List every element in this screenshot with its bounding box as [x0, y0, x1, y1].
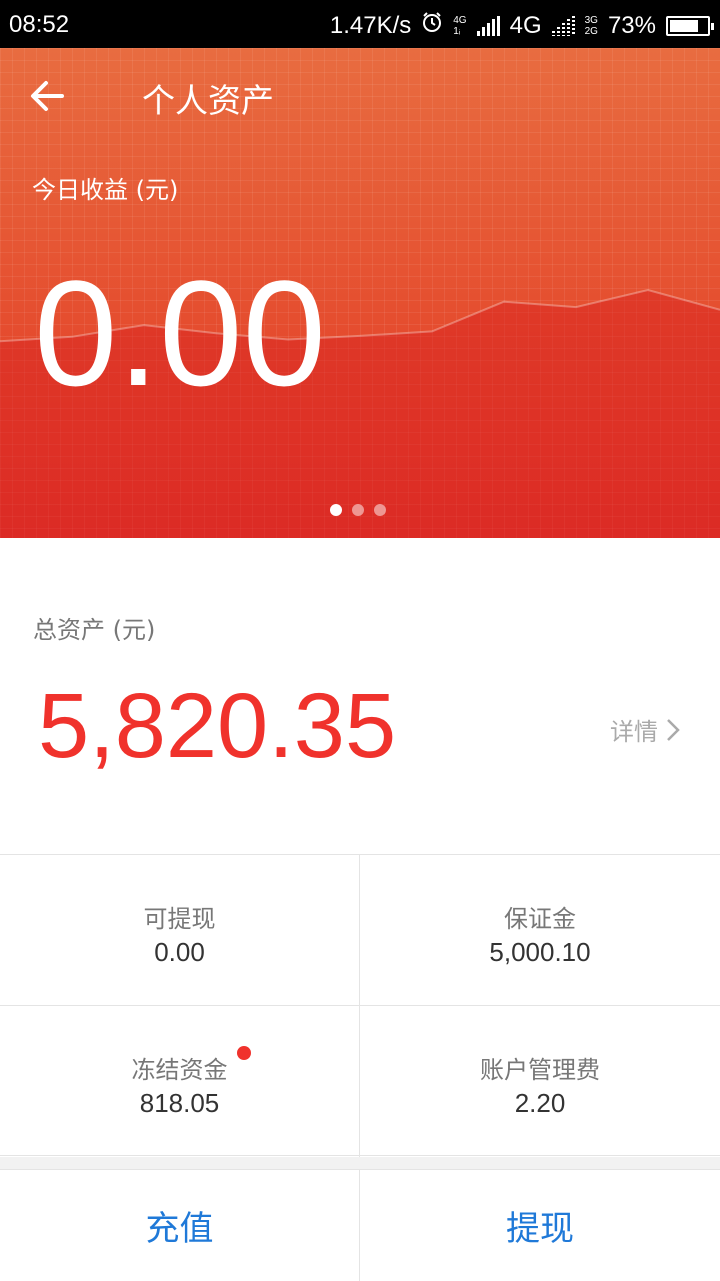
- sim1-type: 4G 1ᵢ: [453, 14, 467, 37]
- today-earnings-label: 今日收益 (元): [32, 176, 179, 204]
- battery-percent: 73%: [607, 11, 656, 39]
- total-assets-label: 总资产 (元): [33, 616, 156, 644]
- signal-icon: [476, 15, 500, 36]
- status-time: 08:52: [9, 11, 70, 38]
- deposit-cell[interactable]: 保证金 5,000.10: [360, 855, 720, 1006]
- banner-page-indicator: [330, 504, 386, 516]
- page-dot-2[interactable]: [352, 504, 364, 516]
- withdraw-button[interactable]: 提现: [360, 1170, 720, 1281]
- arrow-left-icon: [31, 81, 64, 111]
- management-fee-cell[interactable]: 账户管理费 2.20: [360, 1006, 720, 1157]
- management-fee-label: 账户管理费: [480, 1056, 600, 1084]
- page-title: 个人资产: [142, 81, 274, 120]
- frozen-funds-value: 818.05: [139, 1088, 220, 1118]
- today-earnings-value: 0.00: [34, 249, 326, 417]
- deposit-label: 保证金: [504, 905, 576, 933]
- frozen-funds-cell[interactable]: 冻结资金 818.05: [0, 1006, 360, 1157]
- network-speed: 1.47K/s: [329, 11, 412, 39]
- alarm-icon: [421, 11, 443, 40]
- withdrawable-label: 可提现: [143, 905, 216, 933]
- earnings-banner[interactable]: 个人资产 今日收益 (元) 0.00: [0, 48, 720, 538]
- balance-grid: 可提现 0.00 保证金 5,000.10 冻结资金 818.05 账户管理费 …: [0, 854, 720, 1157]
- sim2-type: 3G 2G: [584, 14, 598, 37]
- page-dot-1[interactable]: [330, 504, 342, 516]
- status-bar: 08:52 1.47K/s 4G 1ᵢ 4G 3G 2G 73%: [0, 0, 720, 48]
- recharge-button[interactable]: 充值: [0, 1170, 360, 1281]
- status-indicators: 1.47K/s 4G 1ᵢ 4G 3G 2G 73%: [329, 11, 714, 40]
- action-bar: 充值 提现: [0, 1169, 720, 1281]
- withdrawable-cell[interactable]: 可提现 0.00: [0, 855, 360, 1006]
- deposit-value: 5,000.10: [489, 937, 591, 967]
- back-button[interactable]: [26, 74, 70, 118]
- details-link[interactable]: 详情: [610, 712, 682, 747]
- chevron-right-icon: [667, 718, 680, 741]
- battery-icon: [666, 15, 714, 36]
- network-type: 4G: [509, 11, 542, 39]
- withdrawable-value: 0.00: [154, 937, 205, 967]
- signal-icon-secondary: [551, 15, 575, 36]
- page-dot-3[interactable]: [374, 504, 386, 516]
- frozen-funds-label: 冻结资金: [131, 1056, 228, 1084]
- notification-dot: [237, 1046, 251, 1060]
- management-fee-value: 2.20: [514, 1088, 566, 1118]
- details-label: 详情: [610, 718, 658, 746]
- total-assets-value: 5,820.35: [38, 675, 397, 777]
- section-divider: [0, 1157, 720, 1169]
